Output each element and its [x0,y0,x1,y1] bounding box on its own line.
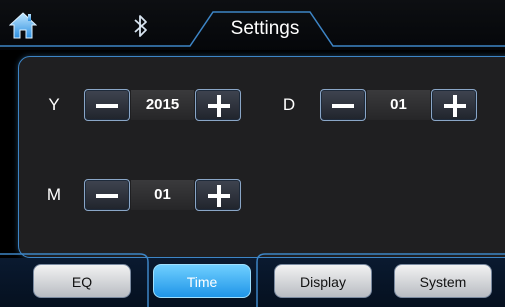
home-icon [8,12,38,39]
year-increase-button[interactable] [195,89,241,121]
minus-icon [332,104,354,108]
bluetooth-icon [134,15,147,37]
page-title: Settings [230,18,300,39]
time-settings-panel [18,56,505,258]
year-label: Y [48,95,60,114]
year-decrease-button[interactable] [84,89,130,121]
day-increase-button[interactable] [431,89,477,121]
day-value: 01 [367,90,430,120]
plus-icon-vertical [453,95,457,117]
minus-icon [96,194,118,198]
tab-display[interactable]: Display [274,264,372,298]
home-button[interactable] [8,10,38,40]
year-stepper: 2015 [84,89,241,121]
bluetooth-button[interactable] [131,13,151,39]
tab-eq[interactable]: EQ [33,264,131,298]
month-decrease-button[interactable] [84,179,130,211]
tab-time[interactable]: Time [153,264,251,298]
day-label: D [282,95,296,114]
month-value: 01 [131,180,194,210]
tab-system[interactable]: System [394,264,492,298]
year-value: 2015 [131,90,194,120]
top-bar: Settings [0,0,505,50]
day-stepper: 01 [320,89,477,121]
minus-icon [96,104,118,108]
month-stepper: 01 [84,179,241,211]
month-label: M [46,185,62,204]
month-increase-button[interactable] [195,179,241,211]
plus-icon-vertical [217,95,221,117]
day-decrease-button[interactable] [320,89,366,121]
plus-icon-vertical [217,185,221,207]
